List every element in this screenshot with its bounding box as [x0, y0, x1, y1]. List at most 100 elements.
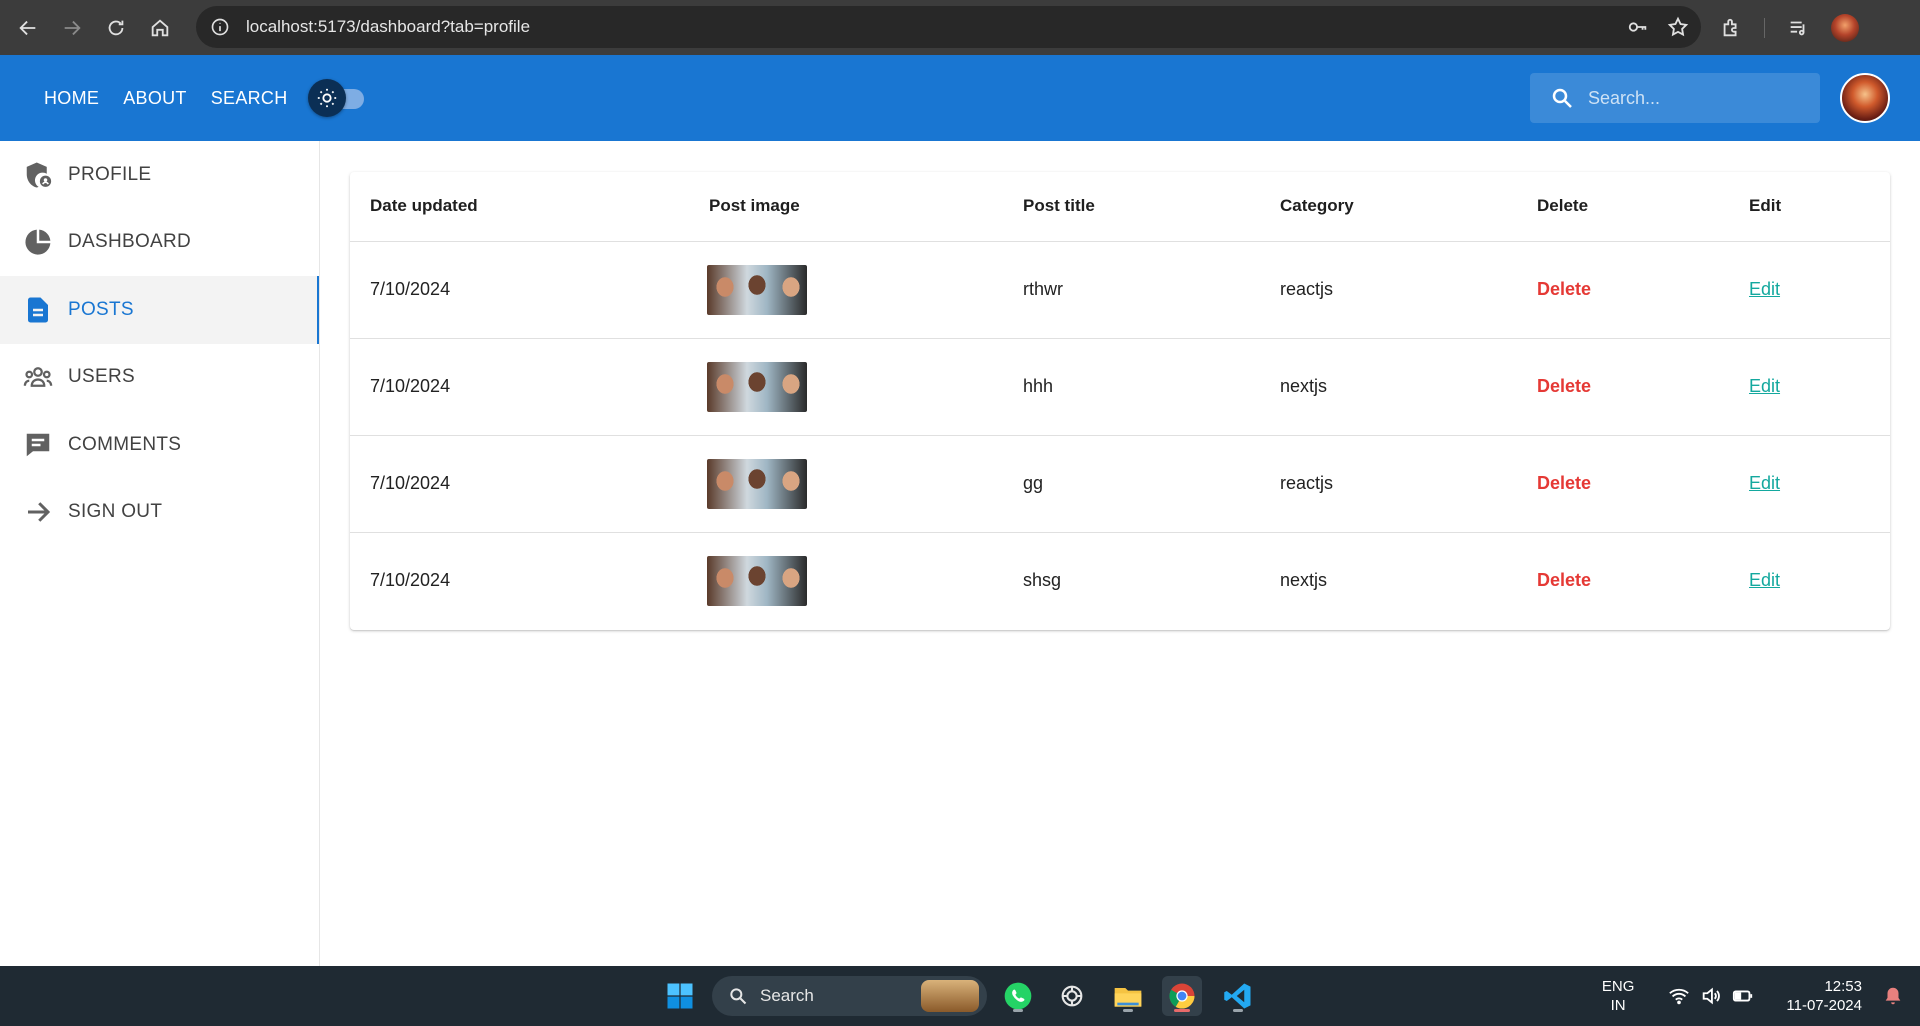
browser-toolbar: localhost:5173/dashboard?tab=profile	[0, 0, 1920, 55]
table-row: 7/10/2024 gg reactjs Delete Edit	[350, 435, 1890, 533]
extensions-icon[interactable]	[1720, 17, 1742, 39]
site-info-icon[interactable]	[208, 15, 232, 39]
image-cell	[689, 435, 1003, 533]
home-icon	[151, 18, 169, 36]
column-header: Date updated	[350, 172, 689, 242]
forward-button[interactable]	[52, 8, 92, 48]
browser-profile-avatar[interactable]	[1831, 13, 1859, 42]
volume-icon[interactable]	[1700, 985, 1722, 1007]
nav-home-link[interactable]: HOME	[32, 78, 111, 119]
title-cell: shsg	[1023, 570, 1062, 591]
theme-toggle-switch[interactable]	[306, 78, 368, 118]
delete-button[interactable]: Delete	[1537, 279, 1591, 299]
region-code: IN	[1610, 997, 1626, 1014]
category-cell: reactjs	[1260, 241, 1517, 339]
column-header: Edit	[1729, 172, 1890, 242]
edit-link[interactable]: Edit	[1749, 570, 1780, 590]
category-cell: reactjs	[1260, 435, 1517, 533]
chatgpt-icon[interactable]	[1052, 976, 1092, 1016]
delete-button[interactable]: Delete	[1537, 473, 1591, 493]
search-highlight-image	[921, 980, 979, 1012]
sidebar-item-label: USERS	[68, 366, 135, 388]
arrow-left-icon	[19, 20, 36, 35]
sidebar-item-sign-out[interactable]: SIGN OUT	[0, 479, 319, 547]
app-header: HOME ABOUT SEARCH	[0, 55, 1920, 141]
taskbar-search[interactable]: Search	[712, 976, 987, 1016]
column-header: Delete	[1517, 172, 1729, 242]
sidebar-item-label: DASHBOARD	[68, 231, 192, 253]
sidebar-item-label: SIGN OUT	[68, 501, 163, 523]
running-indicator	[1174, 1009, 1190, 1012]
user-avatar[interactable]	[1840, 73, 1890, 123]
home-button[interactable]	[140, 8, 180, 48]
vscode-icon[interactable]	[1218, 976, 1258, 1016]
nav-search-link[interactable]: SEARCH	[199, 78, 300, 119]
date-cell: 7/10/2024	[370, 570, 451, 591]
url-text: localhost:5173/dashboard?tab=profile	[246, 17, 531, 36]
title-cell: hhh	[1003, 338, 1260, 436]
edit-cell: Edit	[1729, 435, 1890, 533]
image-cell	[689, 338, 1003, 436]
clock-time: 12:53	[1824, 978, 1862, 995]
pie-chart-icon	[22, 226, 54, 258]
edit-link[interactable]: Edit	[1749, 279, 1780, 299]
image-cell	[689, 532, 1003, 629]
header-search	[1530, 73, 1820, 123]
posts-table-card: Date updated Post image Post title Categ…	[350, 172, 1890, 630]
whatsapp-icon[interactable]	[998, 976, 1038, 1016]
taskbar-search-label: Search	[760, 986, 814, 1005]
media-queue-icon[interactable]	[1787, 17, 1809, 39]
table-row: 7/10/2024 hhh nextjs Delete Edit	[350, 338, 1890, 436]
clock[interactable]: 12:53 11-07-2024	[1786, 977, 1862, 1015]
sidebar-item-label: PROFILE	[68, 163, 152, 185]
post-thumbnail[interactable]	[707, 361, 807, 412]
title-cell: gg	[1003, 435, 1260, 533]
reload-icon	[108, 20, 124, 35]
date-cell: 7/10/2024	[350, 435, 689, 533]
sidebar-item-posts[interactable]: POSTS	[0, 276, 319, 344]
post-thumbnail[interactable]	[707, 555, 807, 606]
sidebar-item-profile[interactable]: PROFILE	[0, 141, 319, 209]
file-explorer-icon[interactable]	[1108, 976, 1148, 1016]
back-button[interactable]	[8, 8, 48, 48]
edit-link[interactable]: Edit	[1749, 473, 1780, 493]
admin-shield-icon	[22, 159, 54, 191]
post-thumbnail[interactable]	[707, 458, 807, 509]
search-icon	[1552, 88, 1572, 108]
edit-cell: Edit	[1729, 532, 1890, 629]
wifi-icon[interactable]	[1668, 985, 1690, 1007]
date-cell: 7/10/2024	[350, 338, 689, 436]
date-cell: 7/10/2024	[350, 241, 689, 339]
chrome-icon[interactable]	[1162, 976, 1202, 1016]
notification-bell-icon[interactable]	[1882, 985, 1904, 1007]
key-icon[interactable]	[1627, 16, 1649, 38]
star-icon[interactable]	[1667, 16, 1689, 38]
search-input[interactable]	[1588, 87, 1788, 109]
category-cell: nextjs	[1280, 570, 1328, 591]
running-indicator	[1233, 1009, 1243, 1012]
reload-button[interactable]	[96, 8, 136, 48]
nav-about-link[interactable]: ABOUT	[111, 78, 199, 119]
sidebar-item-label: POSTS	[68, 298, 134, 320]
running-indicator	[1013, 1009, 1023, 1012]
language-indicator[interactable]: ENG IN	[1602, 977, 1635, 1015]
windows-start-icon[interactable]	[660, 976, 700, 1016]
arrow-right-icon	[22, 496, 54, 528]
edit-link[interactable]: Edit	[1749, 376, 1780, 396]
toolbar-divider	[1764, 17, 1765, 38]
column-header: Post image	[689, 172, 1003, 242]
table-row: 7/10/2024 rthwr reactjs Delete Edit	[350, 241, 1890, 339]
delete-cell: Delete	[1517, 338, 1729, 436]
sidebar-item-users[interactable]: USERS	[0, 344, 319, 412]
delete-cell: Delete	[1517, 435, 1729, 533]
delete-button[interactable]: Delete	[1537, 570, 1591, 590]
delete-cell: Delete	[1517, 532, 1729, 629]
battery-icon[interactable]	[1732, 985, 1754, 1007]
sidebar-item-dashboard[interactable]: DASHBOARD	[0, 209, 319, 277]
language-code: ENG	[1601, 978, 1635, 995]
delete-button[interactable]: Delete	[1537, 376, 1591, 396]
post-thumbnail[interactable]	[707, 264, 807, 315]
clock-date: 11-07-2024	[1786, 997, 1862, 1014]
sidebar-item-comments[interactable]: COMMENTS	[0, 411, 319, 479]
address-bar[interactable]: localhost:5173/dashboard?tab=profile	[196, 6, 1701, 48]
